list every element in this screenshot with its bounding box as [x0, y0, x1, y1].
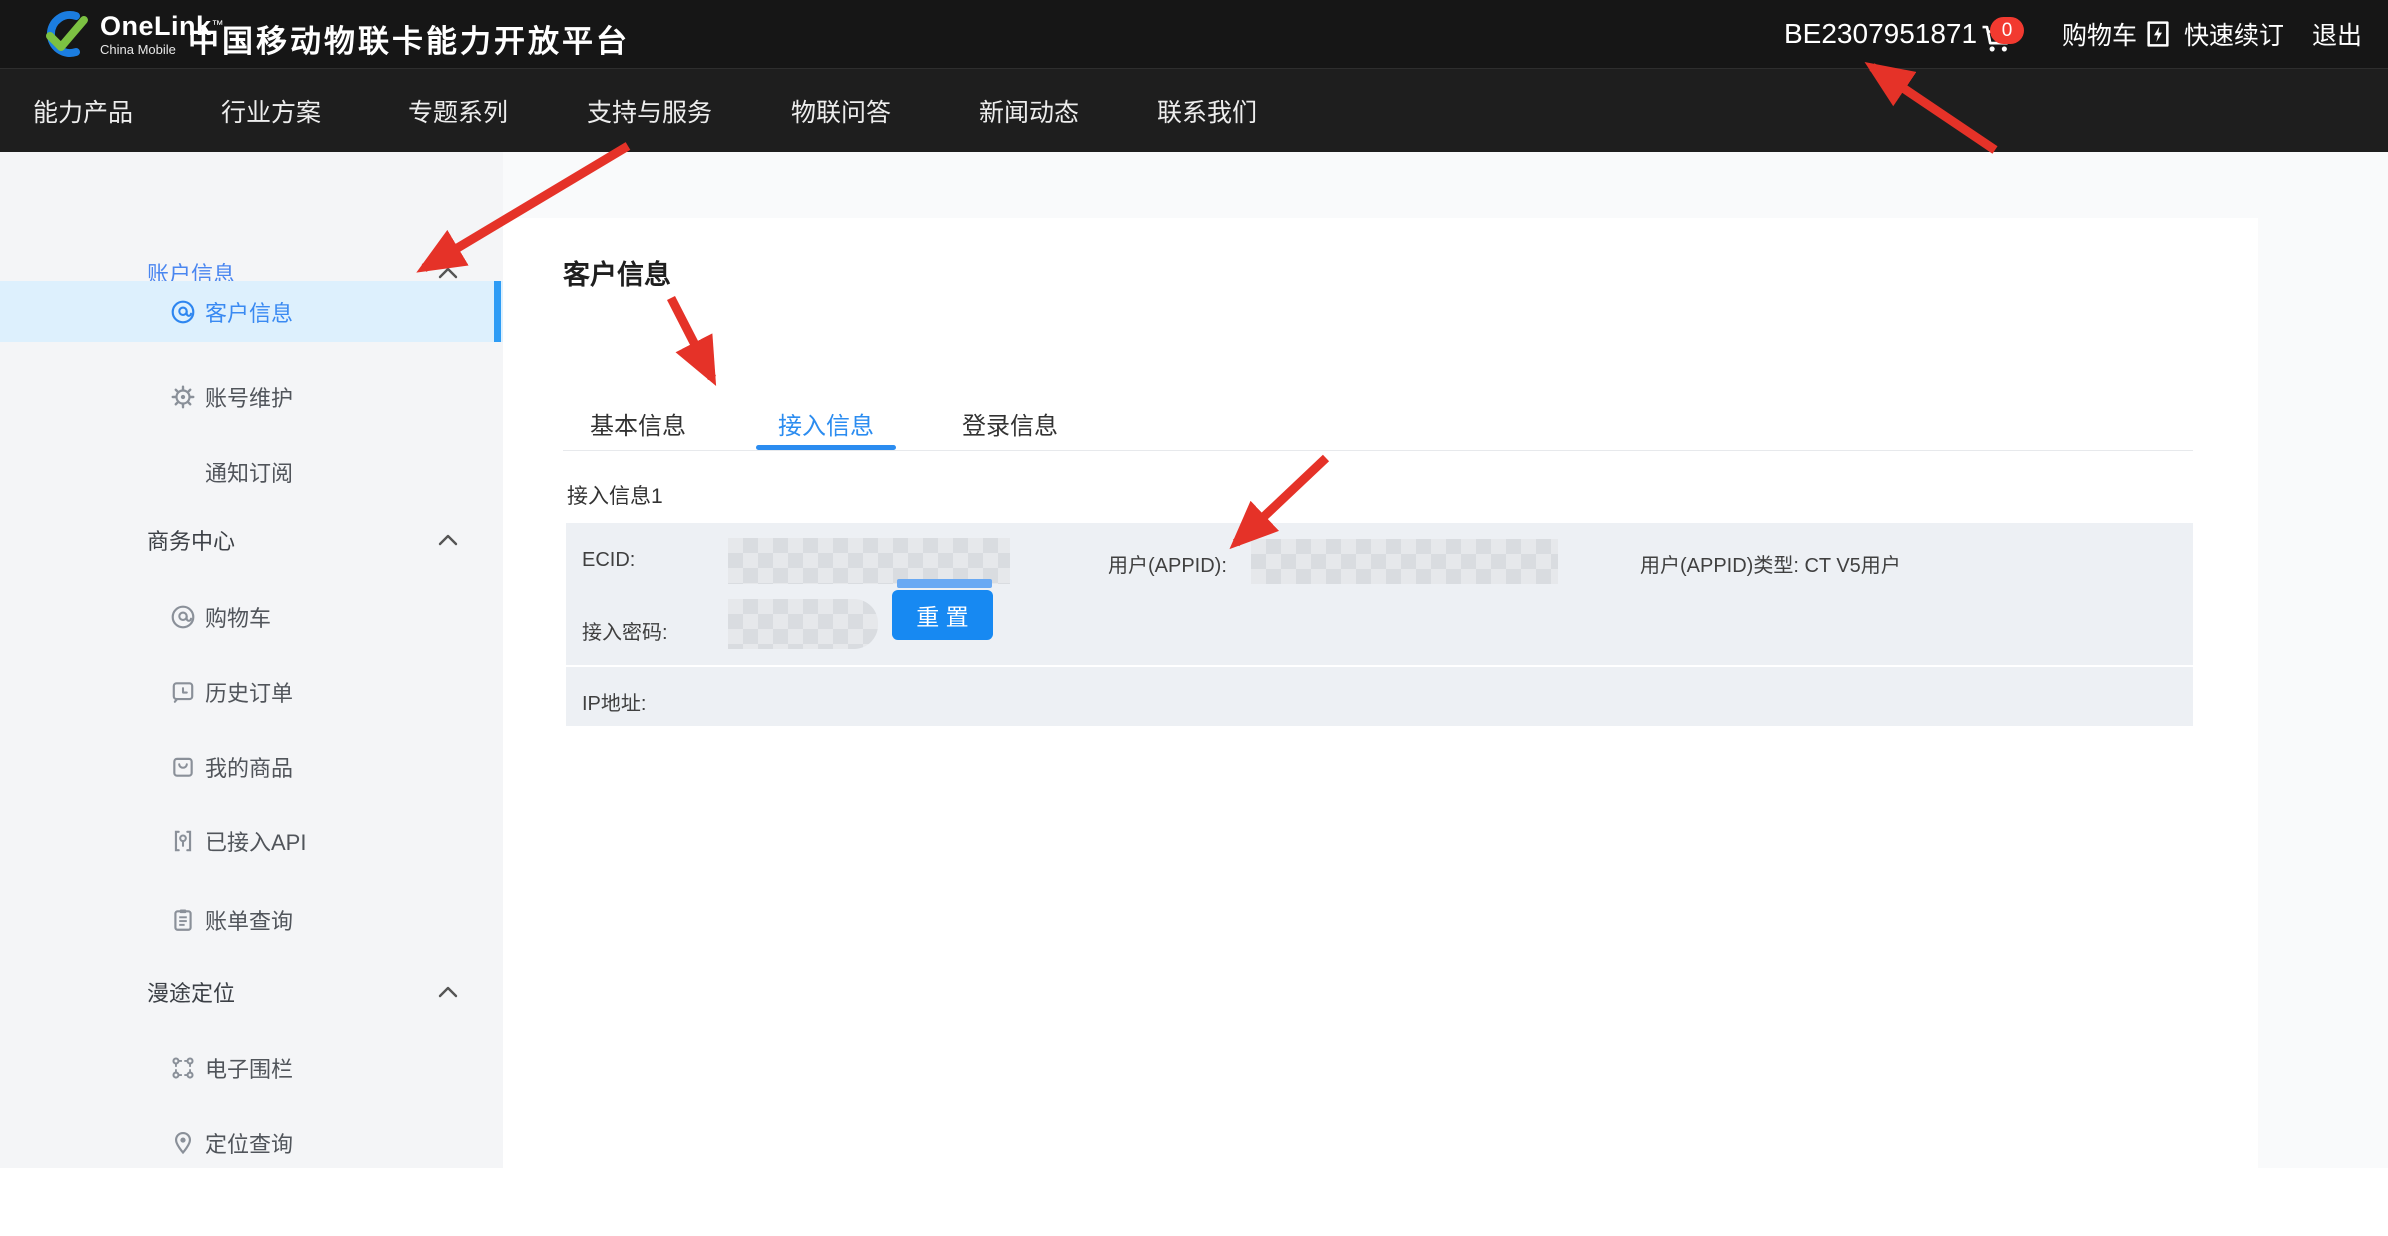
- sidebar-item-my-products[interactable]: 我的商品: [0, 737, 503, 797]
- gear-icon: [170, 384, 196, 410]
- cart-label: 购物车: [2062, 16, 2137, 52]
- api-pin-icon: [170, 828, 196, 854]
- access-password-label: 接入密码:: [582, 616, 668, 645]
- chevron-up-icon: [438, 267, 458, 279]
- chevron-up-icon: [438, 986, 458, 998]
- appid-label: 用户(APPID):: [1108, 549, 1227, 578]
- user-circle-icon: [170, 604, 196, 630]
- account-id[interactable]: BE2307951871: [1784, 0, 1977, 68]
- chevron-up-icon: [438, 534, 458, 546]
- sidebar-item-bill-query[interactable]: 账单查询: [0, 890, 503, 950]
- sidebar-group-business-label: 商务中心: [147, 524, 235, 556]
- top-bar: OneLink™ China Mobile 中国移动物联卡能力开放平台 BE23…: [0, 0, 2388, 68]
- sidebar-group-business[interactable]: 商务中心: [0, 510, 503, 570]
- location-pin-icon: [170, 1130, 196, 1156]
- sidebar: 账户信息 客户信息 账号维护 通知订阅 商务中心: [0, 152, 503, 1168]
- tab-access-info[interactable]: 接入信息: [756, 400, 896, 446]
- main-content-card: 客户信息 基本信息 接入信息 登录信息 接入信息1 ECID: 用户(APPID…: [503, 218, 2258, 1168]
- nav-item-news[interactable]: 新闻动态: [979, 69, 1079, 153]
- redaction-blue-bar: [897, 579, 992, 588]
- sidebar-item-label: 购物车: [205, 601, 271, 633]
- nav-item-contact[interactable]: 联系我们: [1157, 69, 1257, 153]
- appid-type-value: CT V5用户: [1804, 555, 1900, 577]
- ecid-label: ECID:: [582, 549, 635, 572]
- ip-address-label: IP地址:: [582, 687, 646, 716]
- sidebar-item-label: 通知订阅: [205, 456, 293, 488]
- access-password-value-redacted: [728, 599, 878, 649]
- appid-type-label-text: 用户(APPID)类型:: [1640, 555, 1799, 577]
- nav-item-products[interactable]: 能力产品: [33, 69, 133, 153]
- sidebar-item-label: 定位查询: [205, 1127, 293, 1159]
- sidebar-item-location-query[interactable]: 定位查询: [0, 1113, 503, 1173]
- sidebar-item-notify-subscribe[interactable]: 通知订阅: [0, 442, 503, 502]
- reset-password-button[interactable]: 重 置: [892, 590, 993, 640]
- cart-count-badge: 0: [1990, 17, 2024, 44]
- nav-item-support[interactable]: 支持与服务: [587, 69, 712, 153]
- sidebar-item-label: 电子围栏: [205, 1052, 293, 1084]
- sidebar-item-label: 客户信息: [205, 296, 293, 328]
- sidebar-item-cart[interactable]: 购物车: [0, 587, 503, 647]
- sidebar-item-connected-api[interactable]: 已接入API: [0, 811, 503, 871]
- appid-value-redacted: [1251, 539, 1558, 584]
- sidebar-item-label: 历史订单: [205, 676, 293, 708]
- active-accent-bar: [494, 281, 501, 342]
- logout-button[interactable]: 退出: [2312, 0, 2362, 68]
- quick-renew-icon: [2142, 18, 2174, 50]
- nav-item-qa[interactable]: 物联问答: [791, 69, 891, 153]
- ecid-value-redacted: [728, 538, 1010, 584]
- sidebar-group-location[interactable]: 漫途定位: [0, 962, 503, 1022]
- access-info-section-label: 接入信息1: [567, 480, 663, 510]
- sidebar-item-customer-info[interactable]: 客户信息: [0, 281, 503, 342]
- ip-address-panel: IP地址:: [566, 667, 2193, 726]
- clipboard-icon: [170, 907, 196, 933]
- access-info-panel: ECID: 用户(APPID): 用户(APPID)类型: CT V5用户 接入…: [566, 523, 2193, 665]
- sidebar-item-label: 账单查询: [205, 904, 293, 936]
- sidebar-item-history-orders[interactable]: 历史订单: [0, 662, 503, 722]
- site-title: 中国移动物联卡能力开放平台: [188, 16, 630, 61]
- nav-item-series[interactable]: 专题系列: [408, 69, 508, 153]
- quick-renew-button[interactable]: 快速续订: [2142, 0, 2284, 68]
- fence-icon: [170, 1055, 196, 1081]
- tab-divider: [563, 450, 2193, 451]
- quick-renew-label: 快速续订: [2184, 16, 2284, 52]
- onelink-logo-icon: [36, 7, 92, 61]
- user-circle-icon: [170, 299, 196, 325]
- nav-item-industry[interactable]: 行业方案: [221, 69, 321, 153]
- sidebar-item-label: 我的商品: [205, 751, 293, 783]
- sidebar-group-location-label: 漫途定位: [147, 976, 235, 1008]
- sidebar-item-geofence[interactable]: 电子围栏: [0, 1038, 503, 1098]
- tab-basic-info[interactable]: 基本信息: [568, 400, 708, 446]
- sidebar-item-label: 已接入API: [205, 825, 306, 857]
- tab-login-info[interactable]: 登录信息: [940, 400, 1080, 446]
- main-nav: 能力产品 行业方案 专题系列 支持与服务 物联问答 新闻动态 联系我们: [0, 68, 2388, 152]
- history-icon: [170, 679, 196, 705]
- sidebar-item-account-maintain[interactable]: 账号维护: [0, 367, 503, 427]
- page-title: 客户信息: [563, 253, 671, 292]
- appid-type-label: 用户(APPID)类型: CT V5用户: [1640, 549, 1901, 578]
- bag-icon: [170, 754, 196, 780]
- cart-button[interactable]: 0 购物车: [1978, 0, 2137, 68]
- sidebar-item-label: 账号维护: [205, 381, 293, 413]
